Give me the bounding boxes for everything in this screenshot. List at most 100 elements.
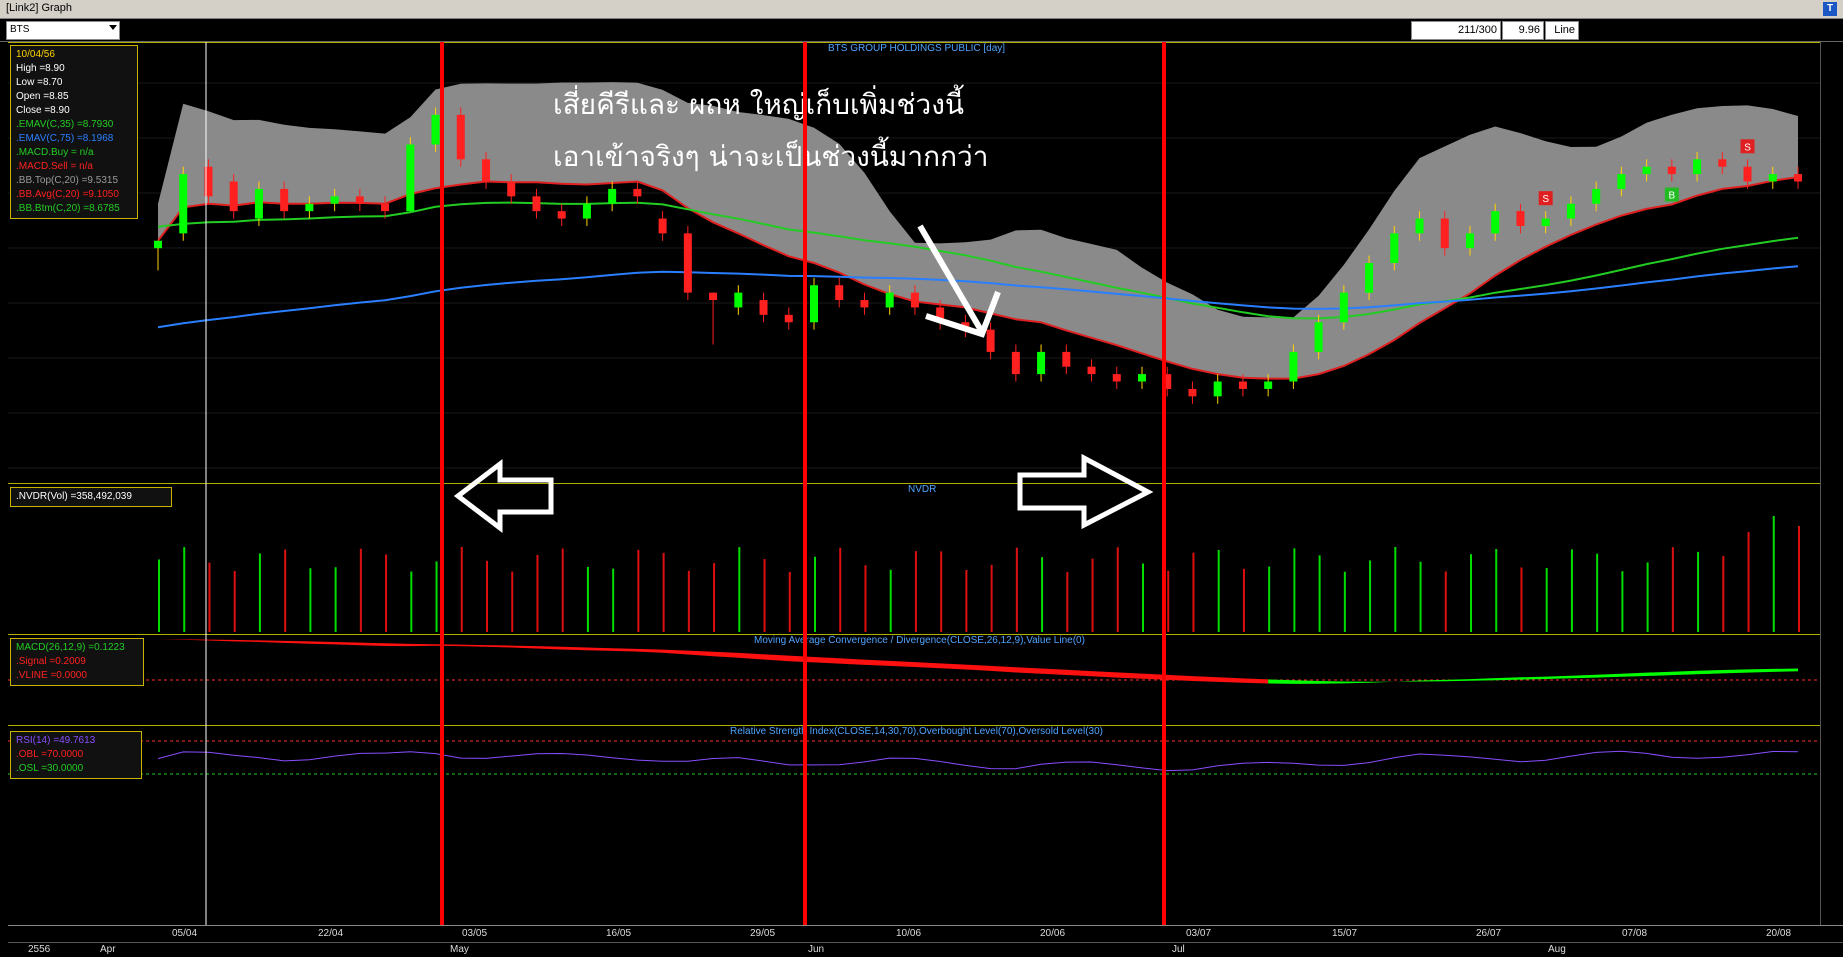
info-bb-avg: .BB.Avg(C,20) =9.1050	[16, 189, 119, 200]
candle-body	[1768, 174, 1777, 182]
x-date-10: 26/07	[1476, 928, 1502, 939]
candle-body	[683, 233, 692, 293]
macd-positive-area	[1268, 668, 1798, 684]
macd-vline: .VLINE =0.0000	[16, 670, 87, 681]
x-date-11: 07/08	[1622, 928, 1648, 939]
bollinger-band	[158, 82, 1798, 379]
macd-title: Moving Average Convergence / Divergence(…	[754, 635, 1085, 646]
candle-body	[280, 188, 289, 212]
candle-body	[759, 300, 768, 315]
candle-body	[1743, 166, 1752, 182]
macd-panel[interactable]: Moving Average Convergence / Divergence(…	[8, 634, 1821, 725]
candle-body	[1339, 292, 1348, 323]
info-macd-buy: .MACD.Buy = n/a	[16, 147, 94, 158]
candle-body	[431, 114, 440, 145]
candle-body	[1617, 174, 1626, 189]
info-open: Open =8.85	[16, 91, 69, 102]
candle-body	[1037, 351, 1046, 375]
x-date-4: 16/05	[606, 928, 632, 939]
candle-body	[1566, 203, 1575, 219]
x-date-7: 20/06	[1040, 928, 1066, 939]
candle-body	[330, 196, 339, 204]
candle-body	[1264, 381, 1273, 389]
candle-body	[381, 203, 390, 212]
annotation-line-2: เอาเข้าจริงๆ น่าจะเป็นช่วงนี้มากกว่า	[553, 140, 989, 173]
candle-body	[507, 181, 516, 197]
candle-body	[1794, 174, 1802, 182]
annotation-line-1: เสี่ยคีรีและ ผถห ใหญ่เก็บเพิ่มช่วงนี้	[553, 88, 965, 121]
candle-body	[229, 181, 238, 212]
candle-body	[1289, 351, 1298, 382]
nvdr-title: NVDR	[908, 484, 937, 495]
info-date: 10/04/56	[16, 49, 55, 60]
candle-body	[1693, 159, 1702, 175]
candle-body	[910, 292, 919, 308]
x-year: 2556	[28, 944, 51, 955]
x-date-1: 05/04	[172, 928, 198, 939]
info-bb-btm: .BB.Btm(C,20) =8.6785	[16, 203, 120, 214]
info-close: Close =8.90	[16, 105, 70, 116]
macd-value: MACD(26,12,9) =0.1223	[16, 642, 125, 653]
price-panel-title: BTS GROUP HOLDINGS PUBLIC [day]	[828, 43, 1006, 54]
candle-body	[1062, 351, 1071, 367]
candle-body	[1491, 211, 1500, 234]
chevron-down-icon	[109, 25, 117, 30]
candle-body	[986, 329, 995, 352]
candle-body	[658, 218, 667, 234]
price-value: 9.96	[1518, 24, 1540, 36]
candle-body	[204, 166, 213, 197]
candle-body	[532, 196, 541, 212]
window-titlebar: [Link2] Graph T	[0, 0, 1843, 19]
candle-body	[179, 174, 188, 234]
candle-body	[608, 188, 617, 204]
candle-body	[1390, 233, 1399, 263]
x-date-3: 03/05	[462, 928, 488, 939]
candle-body	[1642, 166, 1651, 175]
nvdr-panel[interactable]: NVDR .NVDR(Vol) =358,492,039	[8, 483, 1821, 634]
candle-body	[885, 292, 894, 308]
symbol-select[interactable]: BTS	[6, 21, 120, 40]
macd-chart	[8, 639, 1821, 684]
x-month-5: Aug	[1548, 944, 1566, 955]
price-field: 9.96	[1502, 21, 1544, 40]
info-ema35: .EMAV(C,35) =8.7930	[16, 119, 114, 130]
sell-marker-label: S	[1542, 194, 1549, 205]
rsi-title: Relative Strength Index(CLOSE,14,30,70),…	[730, 726, 1103, 737]
info-ema75: .EMAV(C,75) =8.1968	[16, 133, 114, 144]
x-axis: 2556 Apr May Jun Jul Aug 05/04 22/04 03/…	[8, 925, 1843, 957]
x-date-12: 20/08	[1766, 928, 1792, 939]
candle-body	[835, 285, 844, 301]
candle-body	[1314, 322, 1323, 352]
rsi-obl: .OBL =70.0000	[16, 749, 84, 760]
candle-body	[936, 307, 945, 323]
candle-body	[355, 196, 364, 204]
x-date-2: 22/04	[318, 928, 344, 939]
right-price-scale[interactable]	[1820, 42, 1843, 925]
info-bb-top: .BB.Top(C,20) =9.5315	[16, 175, 119, 186]
candle-body	[784, 314, 793, 323]
candle-body	[1415, 218, 1424, 234]
nvdr-label: .NVDR(Vol) =358,492,039	[16, 491, 132, 502]
candle-body	[1516, 211, 1525, 226]
candle-body	[406, 144, 415, 212]
candle-body	[482, 159, 490, 182]
mode-field[interactable]: Line	[1545, 21, 1579, 40]
candle-body	[810, 285, 818, 323]
candle-body	[456, 114, 465, 160]
window-corner-button[interactable]: T	[1823, 2, 1837, 16]
price-panel[interactable]: S S B BTS GROUP HOLDINGS PUBLIC [day] 10/0…	[8, 42, 1821, 483]
info-macd-sell: .MACD.Sell = n/a	[16, 161, 93, 172]
rsi-line	[157, 750, 1799, 772]
rsi-info-box: RSI(14) =49.7613 .OBL =70.0000 .OSL =30.…	[10, 731, 142, 779]
candle-body	[1592, 188, 1601, 204]
candle-body	[1138, 374, 1146, 382]
symbol-value: BTS	[10, 24, 30, 35]
mode-value: Line	[1554, 24, 1575, 36]
candle-body	[1112, 374, 1121, 382]
price-info-box: 10/04/56 High =8.90 Low =8.70 Open =8.85…	[10, 45, 138, 219]
candle-body	[709, 292, 718, 301]
candle-body	[734, 292, 743, 308]
rsi-panel[interactable]: Relative Strength Index(CLOSE,14,30,70),…	[8, 725, 1821, 926]
sell-marker-label: S	[1744, 142, 1751, 153]
info-low: Low =8.70	[16, 77, 63, 88]
